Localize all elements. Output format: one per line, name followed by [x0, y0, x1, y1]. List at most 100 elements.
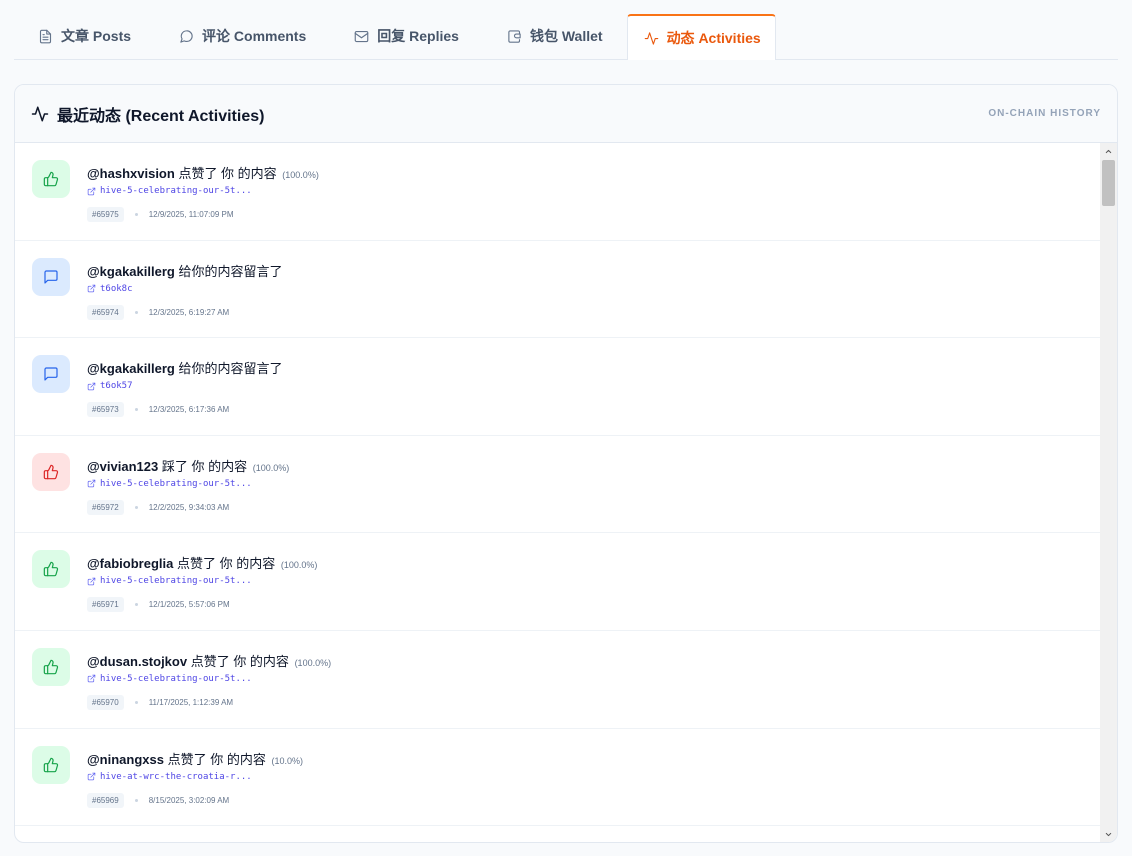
activity-item[interactable]: @ninangxss 点赞了 你 的内容 (10.0%) hive-at-wrc-…: [15, 729, 1101, 827]
activity-summary: @fabiobreglia 点赞了 你 的内容 (100.0%): [87, 553, 317, 572]
activity-action: 点赞了 你 的内容: [173, 556, 276, 572]
separator-dot: [134, 310, 138, 314]
external-link-icon: [87, 772, 96, 781]
activity-permlink[interactable]: hive-5-celebrating-our-5t...: [100, 576, 252, 586]
activity-timestamp: 8/15/2025, 3:02:09 AM: [148, 795, 230, 805]
separator-dot: [134, 213, 138, 216]
tab-label: 回复 Replies: [377, 28, 459, 44]
comment-icon: [44, 269, 58, 284]
activity-summary: @vivian123 踩了 你 的内容 (100.0%): [87, 456, 289, 475]
activity-permlink[interactable]: hive-5-celebrating-our-5t...: [100, 186, 252, 196]
activity-type-upvote: [32, 550, 70, 589]
activity-summary: @dusan.stojkov 点赞了 你 的内容 (100.0%): [87, 651, 331, 670]
activity-type-comment: [32, 355, 70, 394]
activity-user[interactable]: @kgakakillerg: [87, 264, 175, 279]
tab-comments[interactable]: 评论 Comments: [155, 13, 330, 59]
tab-posts[interactable]: 文章 Posts: [14, 13, 155, 59]
tab-wallet[interactable]: 钱包 Wallet: [483, 13, 627, 59]
activity-meta: #65969 8/15/2025, 3:02:09 AM: [87, 792, 230, 808]
activity-timestamp: 12/9/2025, 11:07:09 PM: [148, 210, 234, 219]
thumbs-up-icon: [43, 659, 59, 675]
activity-user[interactable]: @dusan.stojkov: [87, 654, 187, 669]
thumbs-up-icon: [43, 562, 59, 577]
activity-link[interactable]: t6ok8c: [87, 284, 133, 294]
separator-dot: [134, 408, 138, 412]
tab-replies[interactable]: 回复 Replies: [330, 13, 483, 59]
activity-summary: @hashxvision 点赞了 你 的内容 (100.0%): [87, 163, 319, 182]
activity-list: @hashxvision 点赞了 你 的内容 (100.0%) hive-5-ce…: [15, 143, 1101, 842]
activity-meta: #65974 12/3/2025, 6:19:27 AM: [87, 304, 230, 320]
activity-link[interactable]: hive-5-celebrating-our-5t...: [87, 186, 252, 196]
thumbs-up-icon: [43, 171, 59, 187]
activity-item[interactable]: @fabiobreglia 点赞了 你 的内容 (100.0%) hive-5-c…: [15, 533, 1101, 631]
separator-dot: [134, 700, 138, 704]
activity-user[interactable]: @fabiobreglia: [87, 556, 173, 571]
activity-user[interactable]: @ninangxss: [87, 752, 164, 767]
activity-link[interactable]: t6ok57: [87, 381, 133, 391]
activity-permlink[interactable]: t6ok57: [100, 381, 133, 391]
chevron-up-icon: [1105, 149, 1112, 154]
activity-type-upvote: [32, 160, 70, 198]
activity-meta: #65975 12/9/2025, 11:07:09 PM: [87, 207, 234, 222]
activity-summary: @kgakakillerg 给你的内容留言了: [87, 358, 282, 377]
comment-icon: [44, 367, 58, 381]
activity-link[interactable]: hive-5-celebrating-our-5t...: [87, 674, 252, 684]
speech-bubble-icon: [180, 29, 193, 43]
activity-type-upvote: [32, 745, 70, 784]
activity-permlink[interactable]: hive-5-celebrating-our-5t...: [100, 674, 252, 684]
activity-item[interactable]: @vivian123 踩了 你 的内容 (100.0%) hive-5-celeb…: [15, 436, 1101, 534]
activity-item[interactable]: @kgakakillerg 给你的内容留言了 t6ok57 #65973 12/3/2…: [15, 338, 1101, 436]
activity-user[interactable]: @vivian123: [87, 459, 158, 474]
activity-action: 给你的内容留言了: [174, 263, 283, 279]
tab-label: 钱包 Wallet: [529, 28, 603, 44]
activity-link[interactable]: hive-at-wrc-the-croatia-r...: [87, 772, 252, 782]
activity-summary: @kgakakillerg 给你的内容留言了: [87, 261, 282, 280]
activity-item[interactable]: @kgakakillerg 给你的内容留言了 t6ok8c #65974 12/3/2…: [15, 241, 1101, 339]
vote-weight: (100.0%): [294, 657, 332, 668]
thumbs-up-icon: [43, 757, 59, 772]
activity-id-badge: #65970: [87, 694, 124, 710]
external-link-icon: [87, 675, 96, 683]
activity-link[interactable]: hive-5-celebrating-our-5t...: [87, 479, 252, 489]
activity-timestamp: 12/2/2025, 9:34:03 AM: [148, 502, 230, 512]
activity-icon: [644, 31, 658, 45]
scroll-thumb[interactable]: [1102, 160, 1115, 206]
activity-id-badge: #65975: [87, 207, 124, 222]
scroll-up-button[interactable]: [1100, 143, 1117, 160]
document-icon: [39, 29, 52, 43]
activity-item[interactable]: @dusan.stojkov 点赞了 你 的内容 (100.0%) hive-5-…: [15, 631, 1101, 729]
activity-permlink[interactable]: hive-at-wrc-the-croatia-r...: [100, 772, 252, 782]
scrollbar[interactable]: [1100, 143, 1117, 842]
activity-meta: #65972 12/2/2025, 9:34:03 AM: [87, 499, 230, 515]
separator-dot: [134, 603, 138, 607]
thumbs-down-icon: [43, 464, 59, 480]
activity-timestamp: 12/3/2025, 6:17:36 AM: [148, 405, 230, 415]
external-link-icon: [87, 382, 96, 390]
tab-label: 动态 Activities: [666, 30, 761, 46]
activity-id-badge: #65974: [87, 304, 124, 320]
activity-id-badge: #65969: [87, 792, 124, 808]
vote-weight: (10.0%): [271, 755, 303, 766]
activity-user[interactable]: @hashxvision: [87, 166, 175, 181]
vote-weight: (100.0%): [252, 462, 290, 473]
activity-link[interactable]: hive-5-celebrating-our-5t...: [87, 576, 252, 586]
tab-label: 文章 Posts: [61, 28, 132, 44]
activity-meta: #65970 11/17/2025, 1:12:39 AM: [87, 694, 234, 710]
separator-dot: [134, 505, 138, 509]
activity-timestamp: 12/3/2025, 6:19:27 AM: [148, 307, 230, 317]
activity-permlink[interactable]: hive-5-celebrating-our-5t...: [100, 479, 252, 489]
scroll-down-button[interactable]: [1100, 826, 1117, 842]
activity-user[interactable]: @kgakakillerg: [87, 361, 175, 376]
activity-timestamp: 11/17/2025, 1:12:39 AM: [148, 697, 234, 707]
wallet-icon: [508, 29, 521, 43]
activity-item[interactable]: @hashxvision 点赞了 你 的内容 (100.0%) hive-5-ce…: [15, 143, 1101, 241]
tab-bar: 文章 Posts 评论 Comments 回复 Replies 钱包 Walle…: [14, 14, 1118, 60]
external-link-icon: [87, 284, 96, 293]
activity-action: 给你的内容留言了: [174, 361, 283, 377]
activity-permlink[interactable]: t6ok8c: [100, 284, 133, 294]
activity-action: 点赞了 你 的内容: [163, 751, 266, 767]
activity-action: 点赞了 你 的内容: [174, 166, 277, 181]
activity-type-comment: [32, 257, 70, 296]
vote-weight: (100.0%): [282, 170, 319, 180]
tab-activities[interactable]: 动态 Activities: [626, 14, 776, 60]
